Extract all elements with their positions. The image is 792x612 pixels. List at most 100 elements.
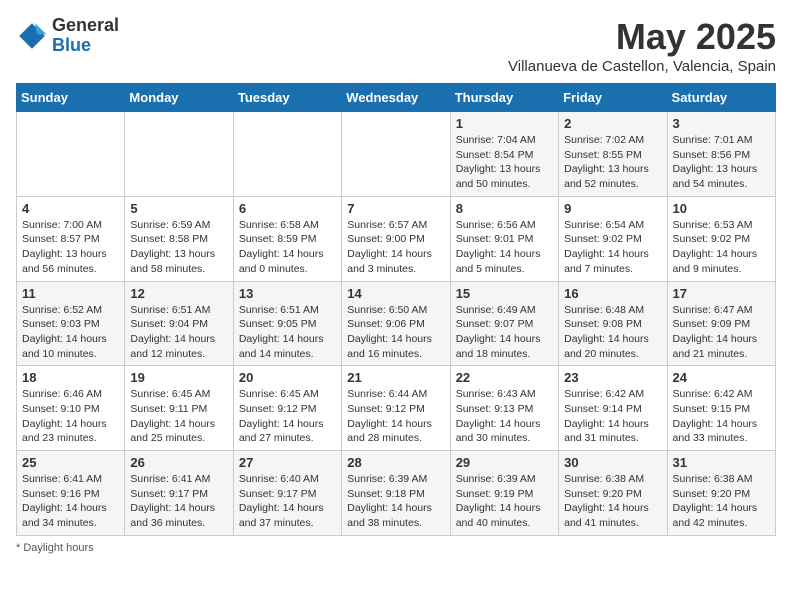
week-row-1: 1Sunrise: 7:04 AM Sunset: 8:54 PM Daylig… <box>17 112 776 197</box>
day-info: Sunrise: 7:00 AM Sunset: 8:57 PM Dayligh… <box>22 218 119 277</box>
day-cell: 13Sunrise: 6:51 AM Sunset: 9:05 PM Dayli… <box>233 281 341 366</box>
day-cell: 21 Sunrise: 6:44 AM Sunset: 9:12 PM Dayli… <box>342 366 450 451</box>
day-cell: 29 Sunrise: 6:39 AM Sunset: 9:19 PM Dayli… <box>450 451 558 536</box>
day-number: 28 <box>347 455 444 470</box>
day-number: 31 <box>673 455 770 470</box>
day-cell <box>17 112 125 197</box>
location-subtitle: Villanueva de Castellon, Valencia, Spain <box>508 58 776 75</box>
day-number: 13 <box>239 286 336 301</box>
header-cell-monday: Monday <box>125 84 233 112</box>
title-block: May 2025 Villanueva de Castellon, Valenc… <box>508 16 776 75</box>
day-number: 11 <box>22 286 119 301</box>
day-cell: 10Sunrise: 6:53 AM Sunset: 9:02 PM Dayli… <box>667 196 775 281</box>
day-info: Sunrise: 6:39 AM Sunset: 9:18 PM Dayligh… <box>347 472 444 531</box>
day-info: Sunrise: 6:48 AM Sunset: 9:08 PM Dayligh… <box>564 303 661 362</box>
logo-text: General Blue <box>52 16 119 56</box>
day-number: 25 <box>22 455 119 470</box>
header-cell-tuesday: Tuesday <box>233 84 341 112</box>
day-info: Sunrise: 6:46 AM Sunset: 9:10 PM Dayligh… <box>22 387 119 446</box>
day-info: Sunrise: 6:58 AM Sunset: 8:59 PM Dayligh… <box>239 218 336 277</box>
day-info: Sunrise: 6:57 AM Sunset: 9:00 PM Dayligh… <box>347 218 444 277</box>
logo-general: General <box>52 15 119 35</box>
day-cell: 12 Sunrise: 6:51 AM Sunset: 9:04 PM Dayli… <box>125 281 233 366</box>
day-number: 16 <box>564 286 661 301</box>
day-number: 1 <box>456 116 553 131</box>
day-info: Sunrise: 6:50 AM Sunset: 9:06 PM Dayligh… <box>347 303 444 362</box>
day-number: 26 <box>130 455 227 470</box>
day-number: 19 <box>130 370 227 385</box>
day-number: 29 <box>456 455 553 470</box>
day-cell: 14Sunrise: 6:50 AM Sunset: 9:06 PM Dayli… <box>342 281 450 366</box>
month-title: May 2025 <box>508 16 776 58</box>
day-cell: 22Sunrise: 6:43 AM Sunset: 9:13 PM Dayli… <box>450 366 558 451</box>
day-number: 18 <box>22 370 119 385</box>
day-cell: 4 Sunrise: 7:00 AM Sunset: 8:57 PM Daylig… <box>17 196 125 281</box>
day-number: 12 <box>130 286 227 301</box>
day-cell: 25 Sunrise: 6:41 AM Sunset: 9:16 PM Dayli… <box>17 451 125 536</box>
header-cell-saturday: Saturday <box>667 84 775 112</box>
day-info: Sunrise: 6:42 AM Sunset: 9:14 PM Dayligh… <box>564 387 661 446</box>
day-number: 21 <box>347 370 444 385</box>
day-cell: 2 Sunrise: 7:02 AM Sunset: 8:55 PM Daylig… <box>559 112 667 197</box>
day-info: Sunrise: 6:54 AM Sunset: 9:02 PM Dayligh… <box>564 218 661 277</box>
day-cell: 15 Sunrise: 6:49 AM Sunset: 9:07 PM Dayli… <box>450 281 558 366</box>
header-row: SundayMondayTuesdayWednesdayThursdayFrid… <box>17 84 776 112</box>
day-info: Sunrise: 6:44 AM Sunset: 9:12 PM Dayligh… <box>347 387 444 446</box>
header-cell-friday: Friday <box>559 84 667 112</box>
logo: General Blue <box>16 16 119 56</box>
day-cell: 30Sunrise: 6:38 AM Sunset: 9:20 PM Dayli… <box>559 451 667 536</box>
logo-blue: Blue <box>52 35 91 55</box>
day-info: Sunrise: 6:51 AM Sunset: 9:04 PM Dayligh… <box>130 303 227 362</box>
day-cell: 28 Sunrise: 6:39 AM Sunset: 9:18 PM Dayli… <box>342 451 450 536</box>
day-number: 2 <box>564 116 661 131</box>
logo-icon <box>16 20 48 52</box>
header-cell-thursday: Thursday <box>450 84 558 112</box>
day-number: 7 <box>347 201 444 216</box>
day-info: Sunrise: 6:39 AM Sunset: 9:19 PM Dayligh… <box>456 472 553 531</box>
day-number: 8 <box>456 201 553 216</box>
week-row-4: 18 Sunrise: 6:46 AM Sunset: 9:10 PM Dayli… <box>17 366 776 451</box>
day-cell: 1Sunrise: 7:04 AM Sunset: 8:54 PM Daylig… <box>450 112 558 197</box>
day-cell: 20Sunrise: 6:45 AM Sunset: 9:12 PM Dayli… <box>233 366 341 451</box>
header-cell-sunday: Sunday <box>17 84 125 112</box>
day-number: 20 <box>239 370 336 385</box>
day-cell: 17Sunrise: 6:47 AM Sunset: 9:09 PM Dayli… <box>667 281 775 366</box>
day-cell: 23Sunrise: 6:42 AM Sunset: 9:14 PM Dayli… <box>559 366 667 451</box>
day-number: 4 <box>22 201 119 216</box>
day-info: Sunrise: 7:02 AM Sunset: 8:55 PM Dayligh… <box>564 133 661 192</box>
day-number: 24 <box>673 370 770 385</box>
day-info: Sunrise: 6:38 AM Sunset: 9:20 PM Dayligh… <box>673 472 770 531</box>
day-number: 22 <box>456 370 553 385</box>
day-info: Sunrise: 6:52 AM Sunset: 9:03 PM Dayligh… <box>22 303 119 362</box>
day-cell: 24 Sunrise: 6:42 AM Sunset: 9:15 PM Dayli… <box>667 366 775 451</box>
page-header: General Blue May 2025 Villanueva de Cast… <box>16 16 776 75</box>
day-number: 6 <box>239 201 336 216</box>
day-number: 27 <box>239 455 336 470</box>
day-cell <box>233 112 341 197</box>
day-cell: 6 Sunrise: 6:58 AM Sunset: 8:59 PM Daylig… <box>233 196 341 281</box>
day-info: Sunrise: 6:59 AM Sunset: 8:58 PM Dayligh… <box>130 218 227 277</box>
day-info: Sunrise: 6:41 AM Sunset: 9:17 PM Dayligh… <box>130 472 227 531</box>
day-cell: 16 Sunrise: 6:48 AM Sunset: 9:08 PM Dayli… <box>559 281 667 366</box>
day-cell <box>125 112 233 197</box>
day-info: Sunrise: 6:56 AM Sunset: 9:01 PM Dayligh… <box>456 218 553 277</box>
day-number: 9 <box>564 201 661 216</box>
day-info: Sunrise: 7:01 AM Sunset: 8:56 PM Dayligh… <box>673 133 770 192</box>
day-number: 10 <box>673 201 770 216</box>
day-info: Sunrise: 6:41 AM Sunset: 9:16 PM Dayligh… <box>22 472 119 531</box>
day-cell: 5Sunrise: 6:59 AM Sunset: 8:58 PM Daylig… <box>125 196 233 281</box>
week-row-2: 4 Sunrise: 7:00 AM Sunset: 8:57 PM Daylig… <box>17 196 776 281</box>
day-cell: 19Sunrise: 6:45 AM Sunset: 9:11 PM Dayli… <box>125 366 233 451</box>
header-cell-wednesday: Wednesday <box>342 84 450 112</box>
day-info: Sunrise: 6:49 AM Sunset: 9:07 PM Dayligh… <box>456 303 553 362</box>
day-cell: 11 Sunrise: 6:52 AM Sunset: 9:03 PM Dayli… <box>17 281 125 366</box>
footer-note-text: Daylight hours <box>23 542 93 554</box>
week-row-5: 25 Sunrise: 6:41 AM Sunset: 9:16 PM Dayli… <box>17 451 776 536</box>
calendar-table: SundayMondayTuesdayWednesdayThursdayFrid… <box>16 83 776 536</box>
day-info: Sunrise: 6:40 AM Sunset: 9:17 PM Dayligh… <box>239 472 336 531</box>
day-cell: 31 Sunrise: 6:38 AM Sunset: 9:20 PM Dayli… <box>667 451 775 536</box>
day-cell: 7 Sunrise: 6:57 AM Sunset: 9:00 PM Daylig… <box>342 196 450 281</box>
day-number: 17 <box>673 286 770 301</box>
day-number: 15 <box>456 286 553 301</box>
day-info: Sunrise: 6:42 AM Sunset: 9:15 PM Dayligh… <box>673 387 770 446</box>
